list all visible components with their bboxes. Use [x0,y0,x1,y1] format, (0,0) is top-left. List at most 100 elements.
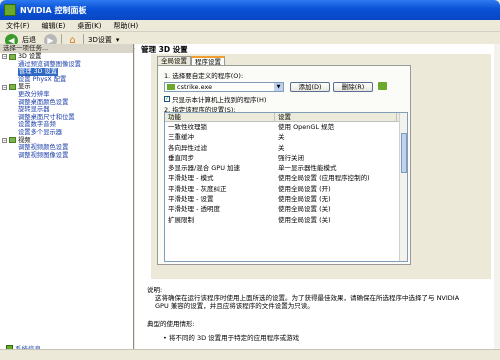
tree-item[interactable]: 调整视频颜色设置 [0,144,133,152]
grid-row[interactable]: 平滑处理 - 模式 使用全局设置 (应用程序控制的) [165,173,407,183]
tree-item[interactable]: 旋转显示器 [0,106,133,114]
content-pane: 管理 3D 设置 全局设置 程序设置 1. 选择要自定义的程序(O): cstr… [135,44,500,349]
chevron-down-icon[interactable]: ▾ [116,36,120,44]
menu-bar: 文件(F) 编辑(E) 桌面(K) 帮助(H) [0,20,500,32]
setting-cell[interactable]: 关 [275,143,397,153]
column-setting: 设置 [275,113,397,121]
feature-cell: 垂直同步 [168,153,194,162]
title-bar: NVIDIA 控制面板 [0,0,500,20]
tree-item-label[interactable]: 调整视频图像设置 [18,152,68,160]
remove-program-button[interactable]: 删除(R) [333,82,373,92]
tree-item-label[interactable]: 设置数字音频 [18,121,56,129]
grid-row[interactable]: 各向异性过滤 关 [165,143,407,153]
usage-bullet-text: 将不同的 3D 设置用于特定的应用程序或游戏 [168,334,300,342]
tree-category[interactable]: − 显示 [0,83,133,91]
scrollbar-thumb[interactable] [401,133,407,173]
tree-item[interactable]: 设置多个显示器 [0,129,133,137]
category-icon [9,53,16,60]
setting-cell[interactable]: 使用全局设置 (关) [275,215,397,225]
grid-row[interactable]: 多显示器/混合 GPU 加速 单一显示器性能模式 [165,163,407,173]
collapse-icon[interactable]: − [2,84,7,90]
settings-panel: 全局设置 程序设置 1. 选择要自定义的程序(O): cstrike.exe ▼… [151,54,491,279]
page-title: 管理 3D 设置 [141,45,188,54]
grid-body: 一致性纹理锁 使用 OpenGL 规范 三重缓冲关各向异性过滤关垂直同步 强行关闭 多显… [165,122,407,225]
feature-cell: 多显示器/混合 GPU 加速 [168,164,241,173]
program-icon [167,84,175,90]
program-settings-body: 1. 选择要自定义的程序(O): cstrike.exe ▼ 添加(D) 删除(… [157,65,411,265]
tree-item-label[interactable]: 3D 设置 [18,53,41,61]
grid-row[interactable]: 平滑处理 - 透明度 使用全局设置 (关) [165,204,407,214]
tab-program-settings[interactable]: 程序设置 [191,56,225,66]
grid-row[interactable]: 扩展限制 使用全局设置 (关) [165,215,407,225]
tree-item-label[interactable]: 视频 [18,137,31,145]
settings-grid: 功能 设置 一致性纹理锁 使用 OpenGL 规范 三重缓冲关各向异性过滤关垂直同步… [164,112,408,262]
feature-cell: 平滑处理 - 灰度纠正 [168,184,227,193]
program-select[interactable]: cstrike.exe ▼ [164,82,284,92]
checkbox-label: 只显示本计算机上找到的程序(H) [172,96,267,104]
tree-item-label[interactable]: 显示 [18,83,31,91]
tab-global-settings[interactable]: 全局设置 [157,56,191,65]
description-text: 这将确保在运行该程序时使用上面所选的设置。为了获得最佳效果，请确保在所选程序中选… [155,294,460,310]
tree-item[interactable]: 设置数字音频 [0,121,133,129]
column-feature: 功能 [165,113,275,121]
grid-row[interactable]: 平滑处理 - 灰度纠正 使用全局设置 (开) [165,184,407,194]
tree-item[interactable]: 管理 3D 设置 [0,68,133,76]
menu-edit[interactable]: 编辑(E) [42,21,66,31]
task-pane: 选择一项任务... −3D 设置 通过预览调整图像设置 管理 3D 设置 设置 Phy… [0,44,134,349]
status-bar [0,349,500,360]
setting-cell[interactable]: 关 [275,132,397,142]
window-title: NVIDIA 控制面板 [20,5,87,15]
grid-row[interactable]: 垂直同步 强行关闭 [165,153,407,163]
setting-cell[interactable]: 使用全局设置 (无) [275,194,397,204]
feature-cell: 扩展限制 [168,215,194,224]
selected-program: cstrike.exe [177,83,213,91]
grid-row[interactable]: 平滑处理 - 设置 使用全局设置 (无) [165,194,407,204]
feature-cell: 平滑处理 - 模式 [168,174,214,183]
tree-item-label[interactable]: 设置多个显示器 [18,129,62,137]
tree-item-label[interactable]: 更改分辨率 [18,91,49,99]
tree-item[interactable]: 调整视频图像设置 [0,152,133,160]
usage-bullet: • 将不同的 3D 设置用于特定的应用程序或游戏 [163,334,300,342]
category-icon [9,137,16,144]
feature-cell: 平滑处理 - 透明度 [168,205,220,214]
feature-cell: 各向异性过滤 [168,143,207,152]
setting-cell[interactable]: 强行关闭 [275,153,397,163]
grid-row[interactable]: 一致性纹理锁 使用 OpenGL 规范 [165,122,407,132]
category-icon [9,84,16,91]
setting-cell[interactable]: 使用全局设置 (关) [275,204,397,214]
restore-icon[interactable] [378,82,387,90]
step1-label: 1. 选择要自定义的程序(O): [164,72,244,80]
menu-file[interactable]: 文件(F) [6,21,30,31]
tree-item-label[interactable]: 调整视频颜色设置 [18,144,68,152]
setting-cell[interactable]: 使用全局设置 (应用程序控制的) [275,173,397,183]
feature-cell: 一致性纹理锁 [168,123,207,131]
task-pane-header: 选择一项任务... [0,44,133,53]
setting-cell[interactable]: 使用全局设置 (开) [275,184,397,194]
grid-row[interactable]: 三重缓冲 关 [165,132,407,142]
tree-item-label[interactable]: 管理 3D 设置 [18,68,59,76]
task-tree: −3D 设置 通过预览调整图像设置 管理 3D 设置 设置 PhysX 配置 − 显示 更改… [0,53,133,159]
tree-category[interactable]: − 3D 设置 [0,53,133,61]
setting-cell[interactable]: 单一显示器性能模式 [275,163,397,173]
tree-item-label[interactable]: 旋转显示器 [18,106,49,114]
content-scrollbar[interactable] [494,44,500,349]
chevron-down-icon[interactable]: ▼ [274,83,283,91]
grid-scrollbar[interactable] [399,113,407,261]
tab-strip: 全局设置 程序设置 [157,56,225,66]
setting-cell[interactable]: 使用 OpenGL 规范 [275,122,397,132]
usage-title: 典型的使用情形: [147,320,195,328]
description-title: 说明: [147,286,163,294]
tree-item[interactable]: 更改分辨率 [0,91,133,99]
menu-help[interactable]: 帮助(H) [113,21,138,31]
nvidia-logo-icon [4,4,16,16]
add-program-button[interactable]: 添加(D) [290,82,330,92]
menu-desktop[interactable]: 桌面(K) [77,21,101,31]
tree-category[interactable]: − 视频 [0,137,133,145]
checkbox-checked-icon[interactable]: ✓ [164,96,170,102]
collapse-icon[interactable]: − [2,137,7,143]
grid-header: 功能 设置 [165,113,407,122]
feature-cell: 三重缓冲 [168,133,194,142]
collapse-icon[interactable]: − [2,54,7,60]
feature-cell: 平滑处理 - 设置 [168,195,214,204]
show-found-programs-checkbox[interactable]: ✓ 只显示本计算机上找到的程序(H) [164,94,266,104]
